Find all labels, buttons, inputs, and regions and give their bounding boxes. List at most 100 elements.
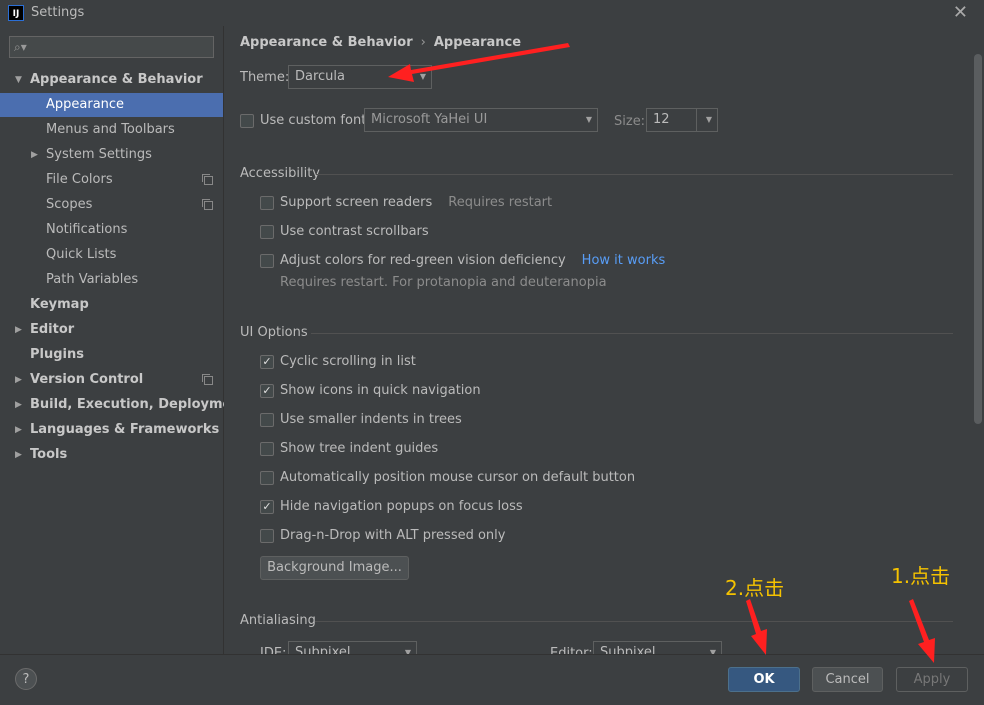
breadcrumb-parent[interactable]: Appearance & Behavior	[240, 35, 413, 50]
sidebar-item-languages-frameworks[interactable]: ▶ Languages & Frameworks	[0, 418, 223, 442]
section-divider	[315, 621, 953, 622]
section-divider	[316, 174, 953, 175]
checkbox-checked[interactable]: ✓	[260, 355, 274, 369]
sidebar-item-label: Quick Lists	[46, 247, 117, 262]
cancel-button[interactable]: Cancel	[812, 667, 883, 692]
step-2-annotation: 2.点击	[725, 576, 785, 600]
sidebar-item-label: Editor	[30, 322, 75, 337]
adjust-colors-hint: Requires restart. For protanopia and deu…	[280, 275, 607, 290]
theme-value: Darcula	[295, 69, 346, 84]
sidebar-item-notifications[interactable]: Notifications	[0, 218, 223, 242]
editor-antialiasing-dropdown[interactable]: Subpixel ▼	[593, 641, 722, 654]
editor-antialiasing-label: Editor:	[550, 646, 593, 654]
font-size-dropdown[interactable]: 12 ▼	[646, 108, 718, 132]
checkbox-unchecked[interactable]	[260, 529, 274, 543]
requires-restart-hint: Requires restart	[448, 195, 553, 210]
sidebar-item-tools[interactable]: ▶ Tools	[0, 443, 223, 467]
sidebar-item-label: Languages & Frameworks	[30, 422, 220, 437]
project-settings-icon	[202, 374, 213, 385]
collapsed-arrow-icon[interactable]: ▶	[15, 318, 22, 342]
breadcrumb-current: Appearance	[433, 35, 522, 50]
sidebar-item-path-variables[interactable]: Path Variables	[0, 268, 223, 292]
sidebar-item-appearance-behavior[interactable]: ▼ Appearance & Behavior	[0, 68, 223, 92]
sidebar-item-version-control[interactable]: ▶ Version Control	[0, 368, 223, 392]
adjust-colors-label: Adjust colors for red-green vision defic…	[280, 253, 566, 268]
font-size-label: Size:	[614, 114, 646, 129]
vertical-scrollbar[interactable]	[974, 54, 982, 424]
apply-button[interactable]: Apply	[896, 667, 968, 692]
checkbox-label: Show icons in quick navigation	[280, 383, 481, 398]
background-image-button[interactable]: Background Image...	[260, 556, 409, 580]
sidebar-item-quick-lists[interactable]: Quick Lists	[0, 243, 223, 267]
collapsed-arrow-icon[interactable]: ▶	[15, 393, 22, 417]
checkbox-unchecked[interactable]	[260, 413, 274, 427]
checkbox-unchecked[interactable]	[260, 196, 274, 210]
checkbox-label: Adjust colors for red-green vision defic…	[280, 251, 665, 271]
settings-content-panel: Appearance & Behavior › Appearance Theme: …	[224, 26, 984, 654]
ok-button[interactable]: OK	[728, 667, 800, 692]
expanded-arrow-icon[interactable]: ▼	[15, 68, 22, 92]
sidebar-item-build-execution-deployment[interactable]: ▶ Build, Execution, Deployment	[0, 393, 247, 417]
ide-antialiasing-dropdown[interactable]: Subpixel ▼	[288, 641, 417, 654]
step-1-annotation: 1.点击	[891, 564, 951, 588]
theme-label: Theme:	[240, 70, 290, 85]
window-title: Settings	[31, 5, 85, 20]
checkbox-label: Drag-n-Drop with ALT pressed only	[280, 528, 506, 543]
checkbox-unchecked[interactable]	[260, 254, 274, 268]
sidebar-item-file-colors[interactable]: File Colors	[0, 168, 223, 192]
sidebar-item-system-settings[interactable]: ▶ System Settings	[0, 143, 223, 167]
search-input[interactable]	[36, 39, 210, 57]
checkbox-unchecked[interactable]	[260, 471, 274, 485]
collapsed-arrow-icon[interactable]: ▶	[15, 418, 22, 442]
checkbox-label: Support screen readers Requires restart	[280, 193, 552, 213]
chevron-down-icon: ▼	[404, 648, 411, 654]
theme-dropdown[interactable]: Darcula ▼	[288, 65, 432, 89]
breadcrumb: Appearance & Behavior › Appearance	[240, 35, 521, 50]
intellij-app-icon: IJ	[8, 5, 24, 21]
breadcrumb-separator: ›	[420, 35, 426, 50]
checkbox-label: Hide navigation popups on focus loss	[280, 499, 523, 514]
help-icon[interactable]: ?	[15, 668, 37, 690]
checkbox-label: Use custom font:	[260, 113, 371, 128]
sidebar-item-keymap[interactable]: Keymap	[0, 293, 223, 317]
checkbox-checked[interactable]: ✓	[260, 500, 274, 514]
sidebar-item-editor[interactable]: ▶ Editor	[0, 318, 223, 342]
checkbox-label: Show tree indent guides	[280, 441, 439, 456]
search-icon: ⌕▾	[14, 40, 27, 54]
collapsed-arrow-icon[interactable]: ▶	[15, 368, 22, 392]
sidebar-item-label: Version Control	[30, 372, 144, 387]
sidebar-item-label: Scopes	[46, 197, 93, 212]
sidebar-item-label: Notifications	[46, 222, 128, 237]
chevron-down-icon: ▼	[419, 72, 426, 81]
sidebar-item-label: Tools	[30, 447, 68, 462]
sidebar-item-appearance[interactable]: Appearance	[0, 93, 223, 117]
font-size-value: 12	[653, 112, 670, 127]
chevron-down-icon: ▼	[585, 115, 592, 124]
search-field[interactable]: ⌕▾	[9, 36, 214, 58]
sidebar-item-label: File Colors	[46, 172, 113, 187]
close-icon[interactable]: ✕	[953, 2, 968, 23]
checkbox-label: Use smaller indents in trees	[280, 412, 462, 427]
font-family-dropdown[interactable]: Microsoft YaHei UI ▼	[364, 108, 598, 132]
ide-antialiasing-label: IDE:	[260, 646, 287, 654]
sidebar-item-label: Build, Execution, Deployment	[30, 397, 247, 412]
sidebar-item-plugins[interactable]: Plugins	[0, 343, 223, 367]
sidebar-item-scopes[interactable]: Scopes	[0, 193, 223, 217]
how-it-works-link[interactable]: How it works	[582, 253, 666, 268]
editor-antialiasing-value: Subpixel	[600, 645, 656, 654]
collapsed-arrow-icon[interactable]: ▶	[31, 143, 38, 167]
chevron-down-icon: ▼	[709, 648, 716, 654]
sidebar-item-label: System Settings	[46, 147, 152, 162]
ui-options-section-title: UI Options	[240, 325, 308, 340]
ide-antialiasing-value: Subpixel	[295, 645, 351, 654]
checkbox-checked[interactable]: ✓	[260, 384, 274, 398]
checkbox-unchecked[interactable]	[260, 442, 274, 456]
sidebar-item-menus-toolbars[interactable]: Menus and Toolbars	[0, 118, 223, 142]
screen-readers-label: Support screen readers	[280, 195, 433, 210]
accessibility-section-title: Accessibility	[240, 166, 320, 181]
sidebar-item-label: Plugins	[30, 347, 84, 362]
checkbox-unchecked[interactable]	[240, 114, 254, 128]
checkbox-unchecked[interactable]	[260, 225, 274, 239]
project-settings-icon	[202, 199, 213, 210]
collapsed-arrow-icon[interactable]: ▶	[15, 443, 22, 467]
